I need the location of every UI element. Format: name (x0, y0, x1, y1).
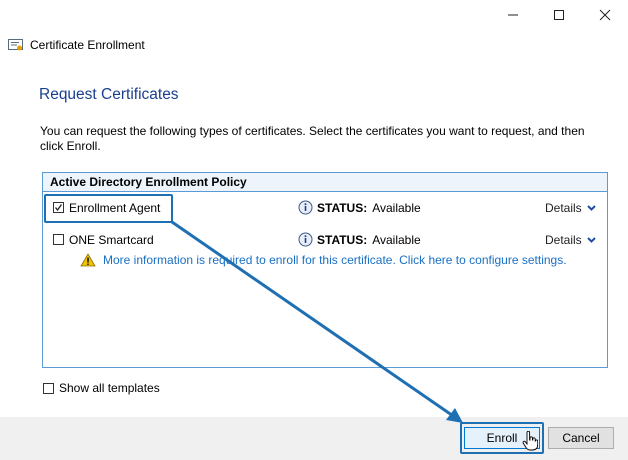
minimize-button[interactable] (490, 2, 536, 28)
enrollment-agent-details[interactable]: Details (545, 201, 596, 215)
chevron-down-icon (586, 205, 596, 211)
one-smartcard-label[interactable]: ONE Smartcard (69, 233, 154, 247)
close-button[interactable] (582, 2, 628, 28)
status-value: Available (372, 200, 421, 215)
details-label: Details (545, 201, 582, 215)
one-smartcard-checkbox[interactable] (53, 234, 64, 245)
policy-header-label: Active Directory Enrollment Policy (50, 175, 247, 189)
window-title-bar: Certificate Enrollment (8, 37, 145, 53)
status-value: Available (372, 232, 421, 247)
hand-cursor-icon (522, 431, 538, 451)
one-smartcard-details[interactable]: Details (545, 233, 596, 247)
page-description: You can request the following types of c… (40, 124, 585, 153)
info-icon (298, 200, 313, 215)
show-all-templates-option[interactable]: Show all templates (43, 381, 160, 395)
status-label: STATUS: (317, 232, 368, 247)
maximize-button[interactable] (536, 2, 582, 28)
warning-icon (80, 253, 96, 267)
policy-header: Active Directory Enrollment Policy (43, 173, 607, 192)
certificate-icon (8, 39, 23, 51)
details-label: Details (545, 233, 582, 247)
cancel-button[interactable]: Cancel (548, 427, 614, 449)
show-all-templates-checkbox[interactable] (43, 382, 54, 394)
configure-settings-link[interactable]: More information is required to enroll f… (103, 253, 567, 267)
maximize-icon (554, 10, 564, 20)
cancel-label: Cancel (562, 431, 600, 445)
info-icon (298, 232, 313, 247)
window-title: Certificate Enrollment (30, 38, 145, 52)
page-heading: Request Certificates (39, 86, 179, 103)
one-smartcard-status: STATUS: Available (298, 232, 421, 247)
enrollment-agent-highlight (44, 194, 173, 223)
show-all-templates-label[interactable]: Show all templates (59, 381, 160, 395)
minimize-icon (508, 14, 518, 16)
close-icon (599, 9, 611, 21)
configure-settings-warning: More information is required to enroll f… (80, 253, 567, 267)
status-label: STATUS: (317, 200, 368, 215)
chevron-down-icon (586, 237, 596, 243)
enrollment-agent-status: STATUS: Available (298, 200, 421, 215)
